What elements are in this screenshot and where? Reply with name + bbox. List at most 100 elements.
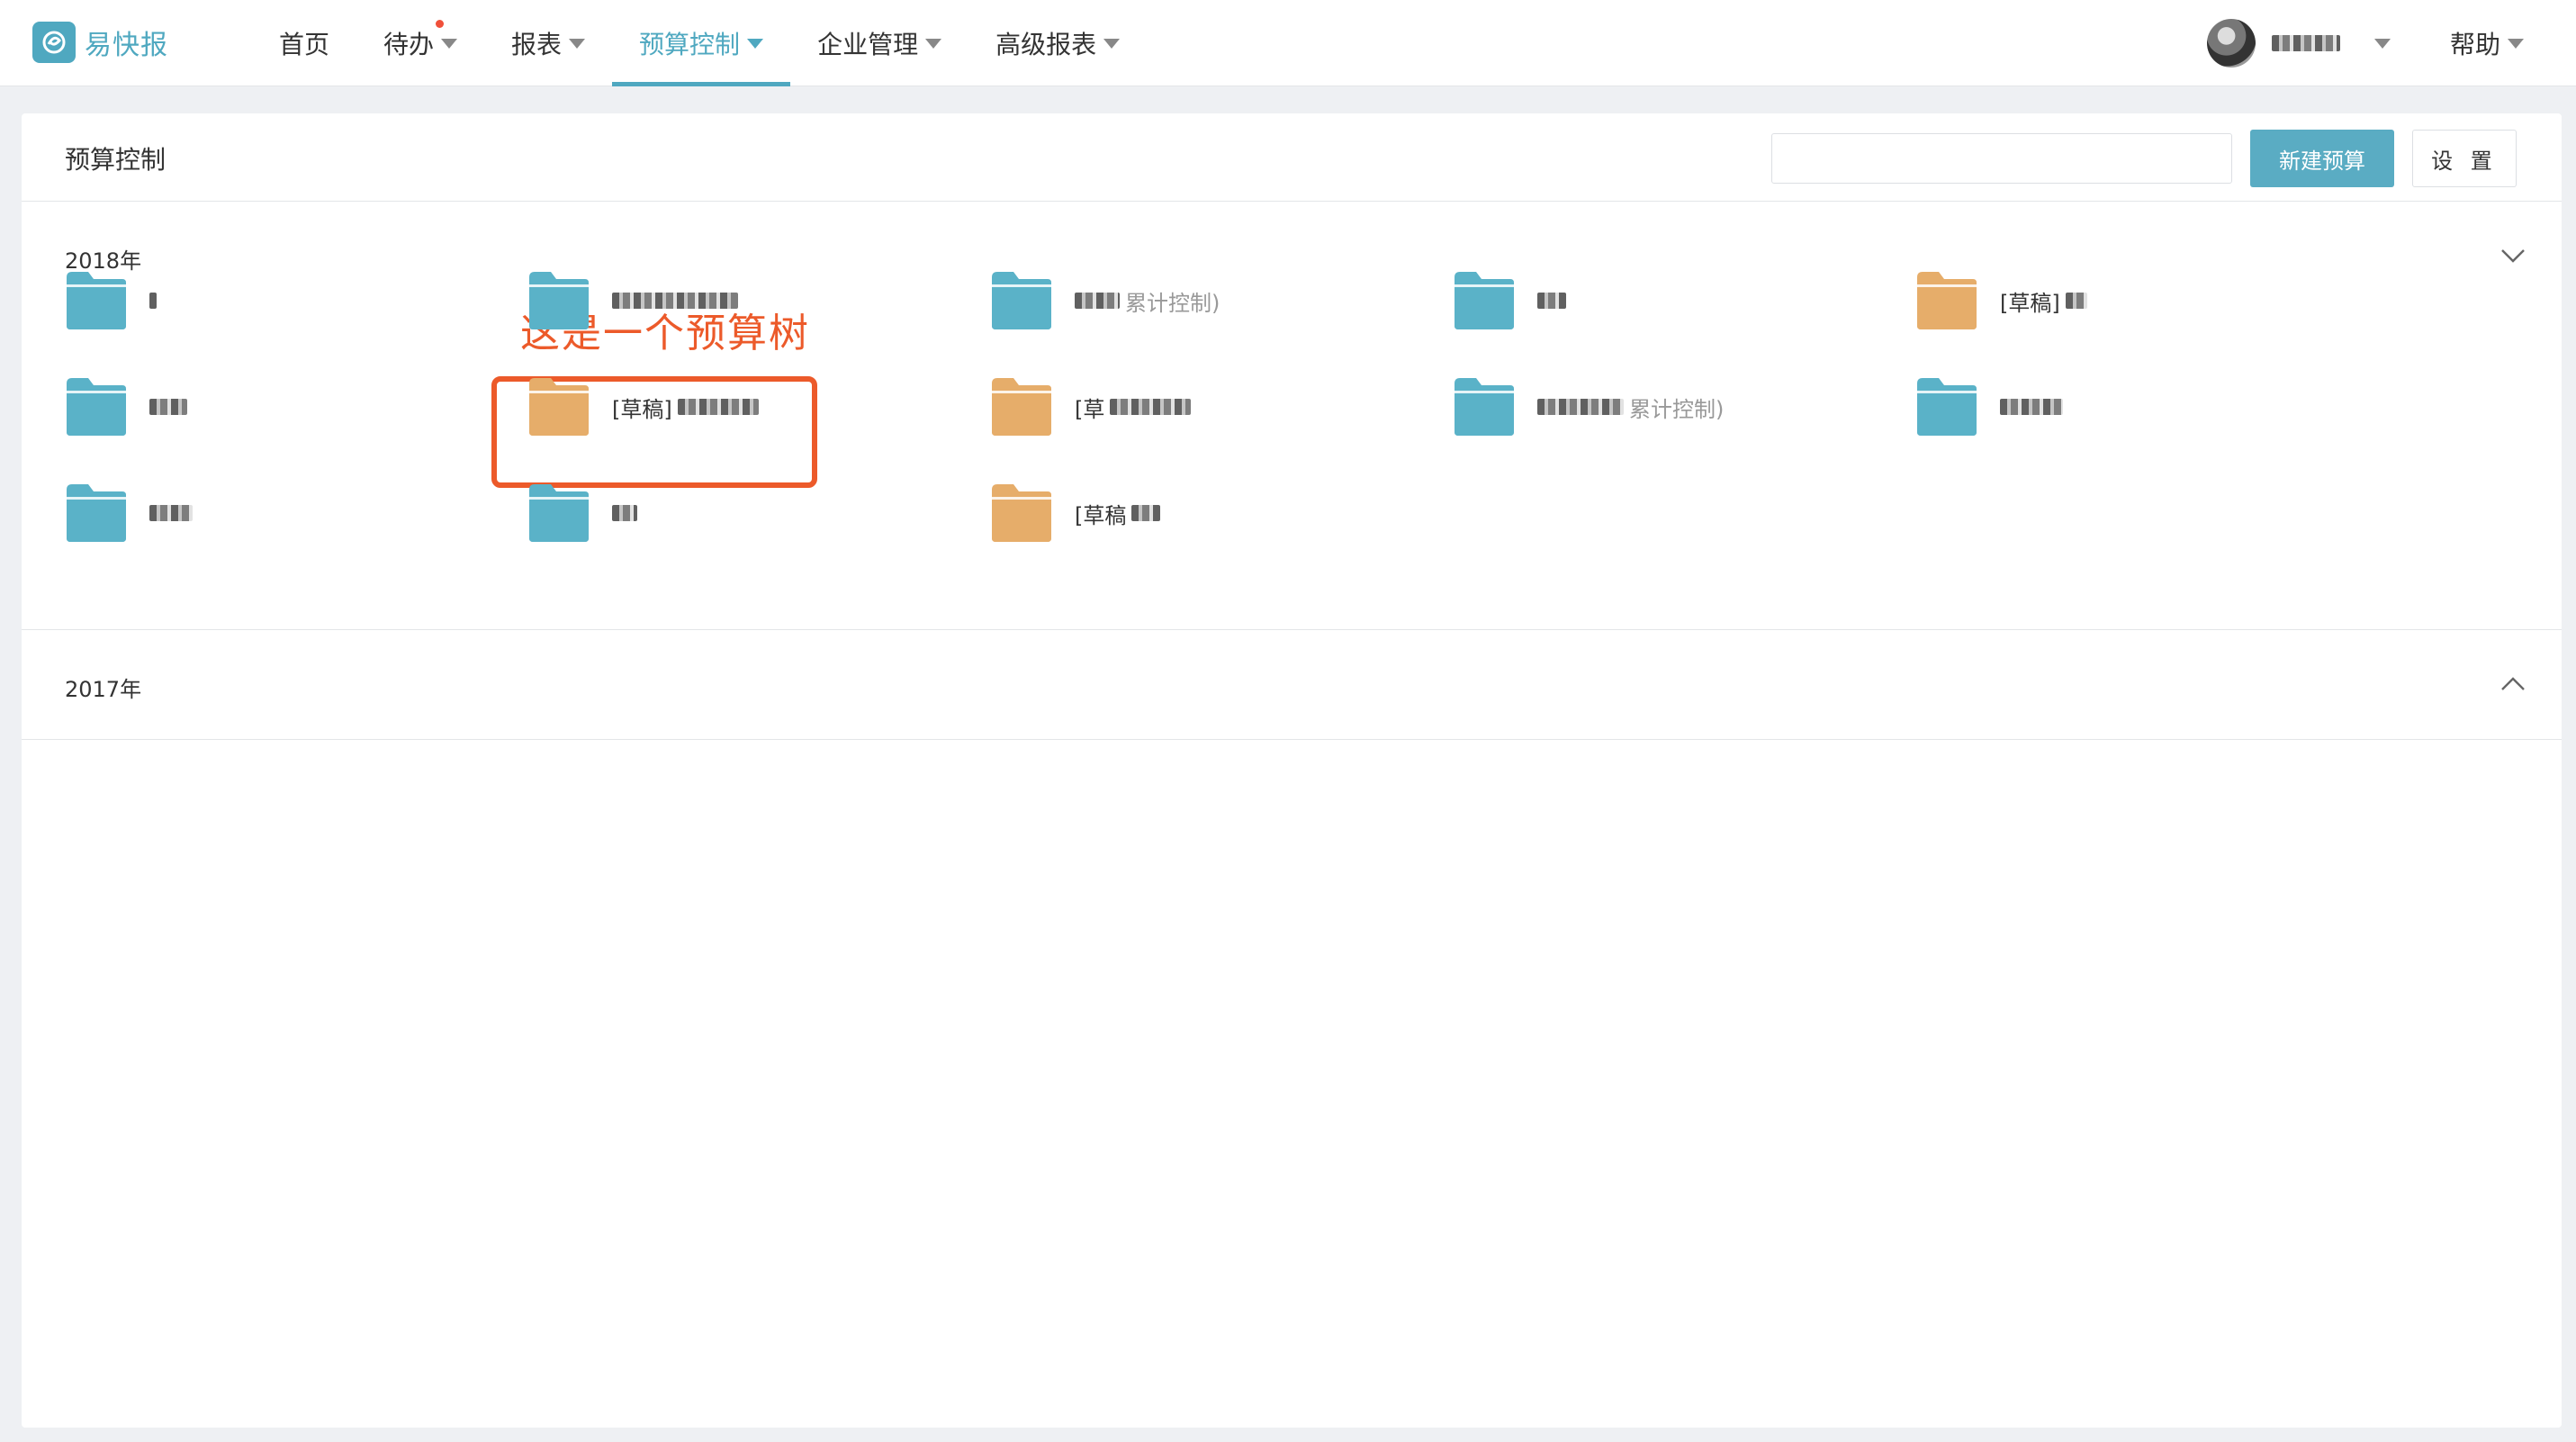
budget-folder[interactable] xyxy=(63,374,187,439)
chevron-down-icon xyxy=(1103,38,1121,49)
folder-icon xyxy=(1917,272,1977,329)
nav-reports-label: 报表 xyxy=(511,30,563,59)
budget-folder-draft[interactable]: [草稿] xyxy=(526,374,759,439)
budget-folder[interactable] xyxy=(63,481,193,545)
nav-home[interactable]: 首页 xyxy=(252,0,356,86)
brand-name: 易快报 xyxy=(85,30,168,61)
folder-icon xyxy=(1917,378,1977,436)
nav-budget-control-label: 预算控制 xyxy=(639,30,741,59)
nav-advanced-reports[interactable]: 高级报表 xyxy=(968,0,1147,86)
chevron-down-icon xyxy=(441,38,458,49)
folder-name: [草稿] xyxy=(2000,285,2087,317)
budget-folder[interactable] xyxy=(1914,374,2063,439)
folder-icon xyxy=(67,484,126,542)
brand-logo-icon xyxy=(32,22,76,63)
chevron-up-icon xyxy=(2501,677,2525,690)
folder-name-redacted xyxy=(1075,293,1120,309)
folder-name xyxy=(612,293,738,309)
folder-icon xyxy=(67,272,126,329)
chevron-down-icon xyxy=(2501,249,2525,263)
folder-name-redacted xyxy=(612,505,637,521)
folder-name xyxy=(149,293,157,309)
chevron-down-icon xyxy=(2374,38,2391,49)
nav-budget-control[interactable]: 预算控制 xyxy=(612,0,791,86)
panel-header: 预算控制 新建预算 设 置 xyxy=(22,113,2562,202)
folder-icon xyxy=(529,272,589,329)
folder-name-redacted xyxy=(677,399,759,415)
brand-logo[interactable]: 易快报 xyxy=(32,22,168,63)
year-heading: 2017年 xyxy=(65,677,142,702)
help-menu[interactable]: 帮助 xyxy=(2450,0,2525,86)
folder-icon xyxy=(67,378,126,436)
settings-button[interactable]: 设 置 xyxy=(2412,130,2517,187)
budget-folder[interactable] xyxy=(526,481,637,545)
collapse-toggle[interactable] xyxy=(2497,239,2529,272)
folder-name-redacted xyxy=(1537,293,1566,309)
new-budget-button[interactable]: 新建预算 xyxy=(2250,130,2394,187)
folder-name: 累计控制) xyxy=(1075,285,1220,317)
search-input[interactable] xyxy=(1771,133,2232,184)
nav-enterprise-management-label: 企业管理 xyxy=(817,30,919,59)
draft-prefix: [草稿] xyxy=(2000,290,2060,316)
chevron-down-icon xyxy=(2508,38,2525,49)
folder-name-redacted xyxy=(1110,399,1192,415)
folder-icon xyxy=(529,378,589,436)
cumulative-control-tag: 累计控制) xyxy=(1125,290,1220,316)
cumulative-control-tag: 累计控制) xyxy=(1629,396,1725,422)
folder-name: 累计控制) xyxy=(1537,392,1724,423)
nav-reports[interactable]: 报表 xyxy=(484,0,612,86)
budget-folder-draft[interactable]: [草稿 xyxy=(988,481,1161,545)
chevron-down-icon xyxy=(747,38,764,49)
folder-icon xyxy=(992,272,1051,329)
draft-prefix: [草稿] xyxy=(612,396,672,422)
folder-name: [草稿 xyxy=(1075,498,1161,529)
budget-folder[interactable] xyxy=(1451,268,1566,333)
budget-folder-draft[interactable]: [草稿] xyxy=(1914,268,2087,333)
folder-name-redacted xyxy=(1537,399,1624,415)
draft-prefix: [草 xyxy=(1075,396,1105,422)
folder-name xyxy=(149,505,193,521)
budget-folder-draft[interactable]: [草 xyxy=(988,374,1192,439)
folder-name: [草 xyxy=(1075,392,1192,423)
folder-icon xyxy=(1455,272,1514,329)
folder-name: [草稿] xyxy=(612,392,759,423)
budget-control-panel: 预算控制 新建预算 设 置 2018年 这是一个预算树 累计控制) [草稿] [草稿… xyxy=(22,113,2562,1428)
help-label: 帮助 xyxy=(2450,30,2501,59)
page-title: 预算控制 xyxy=(65,145,167,175)
main-nav: 首页 待办 报表 预算控制 企业管理 高级报表 xyxy=(252,0,1147,86)
folder-name-redacted xyxy=(149,399,187,415)
folder-name xyxy=(149,399,187,415)
folder-icon xyxy=(992,378,1051,436)
budget-folder[interactable]: 累计控制) xyxy=(1451,374,1724,439)
expand-toggle[interactable] xyxy=(2497,668,2529,700)
folder-name-redacted xyxy=(1131,505,1161,521)
user-menu[interactable] xyxy=(2207,16,2391,70)
chevron-down-icon xyxy=(925,38,942,49)
nav-todo[interactable]: 待办 xyxy=(356,0,484,86)
year-section-2018: 2018年 这是一个预算树 累计控制) [草稿] [草稿] [草 累计控制) [草稿 xyxy=(22,202,2562,630)
budget-folder[interactable]: 累计控制) xyxy=(988,268,1220,333)
notification-dot xyxy=(436,20,445,28)
folder-name-redacted xyxy=(612,293,738,309)
folder-name-redacted xyxy=(149,505,193,521)
nav-enterprise-management[interactable]: 企业管理 xyxy=(790,0,968,86)
folder-name xyxy=(2000,399,2063,415)
folder-name-redacted xyxy=(2065,293,2087,309)
budget-folder[interactable] xyxy=(526,268,738,333)
nav-todo-label: 待办 xyxy=(383,30,435,59)
chevron-down-icon xyxy=(569,38,586,49)
draft-prefix: [草稿 xyxy=(1075,502,1127,528)
folder-icon xyxy=(529,484,589,542)
folder-icon xyxy=(1455,378,1514,436)
user-name-redacted xyxy=(2272,35,2340,51)
top-navigation-bar: 易快报 首页 待办 报表 预算控制 企业管理 高级报表 帮助 xyxy=(0,0,2576,86)
folder-name xyxy=(1537,293,1566,309)
folder-name-redacted xyxy=(149,293,157,309)
folder-name-redacted xyxy=(2000,399,2063,415)
nav-home-label: 首页 xyxy=(279,30,330,59)
avatar xyxy=(2207,19,2256,68)
budget-folder[interactable] xyxy=(63,268,157,333)
year-section-2017: 2017年 xyxy=(22,630,2562,740)
folder-name xyxy=(612,505,637,521)
nav-advanced-reports-label: 高级报表 xyxy=(995,30,1097,59)
